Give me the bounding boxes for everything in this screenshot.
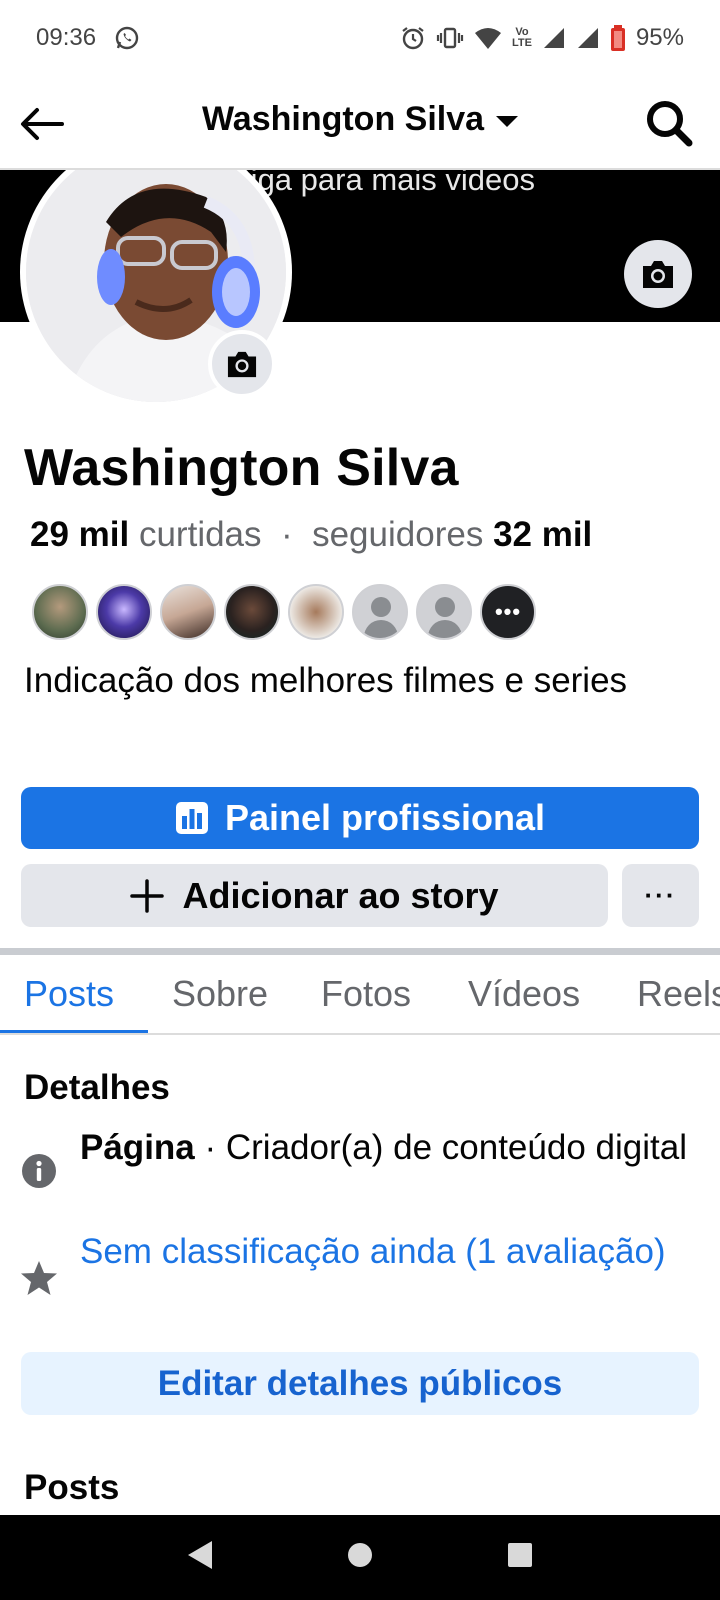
rating-link[interactable]: Sem classificação ainda (1 avaliação) xyxy=(80,1226,690,1278)
plus-icon xyxy=(130,878,165,913)
more-dots-icon: ··· xyxy=(644,880,677,910)
search-button[interactable] xyxy=(642,96,696,150)
page-category-row: Página · Criador(a) de conteúdo digital xyxy=(80,1122,690,1174)
volte-icon: Vo LTE xyxy=(511,26,532,49)
professional-dashboard-button[interactable]: Painel profissional xyxy=(21,787,699,849)
tab-videos[interactable]: Vídeos xyxy=(468,973,580,1015)
details-title: Detalhes xyxy=(24,1068,170,1107)
recents-nav-button[interactable] xyxy=(505,1540,535,1575)
info-icon xyxy=(20,1152,58,1190)
tab-reels[interactable]: Reels xyxy=(637,973,720,1015)
tab-photos[interactable]: Fotos xyxy=(321,973,411,1015)
system-navigation-bar xyxy=(0,1515,720,1600)
likes-label: curtidas xyxy=(138,515,262,554)
edit-details-label: Editar detalhes públicos xyxy=(157,1363,563,1403)
page-label: Página xyxy=(80,1128,195,1167)
header-title: Washington Silva xyxy=(201,100,485,138)
section-divider xyxy=(0,948,720,955)
active-tab-indicator xyxy=(0,1030,148,1033)
profile-stats[interactable]: 29 mil curtidas · seguidores 32 mil xyxy=(30,515,592,555)
friend-avatar-placeholder[interactable] xyxy=(352,584,408,640)
add-story-label: Adicionar ao story xyxy=(182,874,499,916)
followers-label: seguidores xyxy=(312,515,484,554)
square-recents-icon xyxy=(508,1543,532,1567)
dashboard-chart-icon xyxy=(175,802,208,834)
vibrate-icon xyxy=(436,25,464,51)
search-icon xyxy=(647,101,693,147)
friend-avatar[interactable] xyxy=(288,584,344,640)
edit-public-details-button[interactable]: Editar detalhes públicos xyxy=(21,1352,699,1415)
friend-avatar[interactable] xyxy=(160,584,216,640)
battery-icon xyxy=(610,24,626,52)
battery-percent: 95% xyxy=(635,24,684,51)
signal-icon xyxy=(542,26,566,50)
circle-home-icon xyxy=(348,1543,372,1567)
friend-avatar-placeholder[interactable] xyxy=(416,584,472,640)
cover-camera-button[interactable] xyxy=(624,240,692,308)
tab-posts[interactable]: Posts xyxy=(24,973,114,1015)
friend-avatar[interactable] xyxy=(32,584,88,640)
top-navigation: Washington Silva xyxy=(0,76,720,170)
home-nav-button[interactable] xyxy=(345,1540,375,1575)
signal-icon-2 xyxy=(576,26,600,50)
avatar-camera-button[interactable] xyxy=(208,330,276,398)
camera-icon xyxy=(643,261,673,288)
add-to-story-button[interactable]: Adicionar ao story xyxy=(21,864,608,927)
caret-down-icon xyxy=(496,116,519,127)
followers-count: 32 mil xyxy=(493,515,593,554)
camera-icon xyxy=(227,351,257,378)
likes-count: 29 mil xyxy=(30,515,130,554)
profile-switcher[interactable]: Washington Silva xyxy=(0,100,720,139)
triangle-back-icon xyxy=(188,1541,212,1569)
whatsapp-icon xyxy=(114,25,140,51)
friend-avatar[interactable] xyxy=(224,584,280,640)
status-bar: 09:36 Vo LTE 95% xyxy=(0,0,720,76)
profile-tabs: Posts Sobre Fotos Vídeos Reels xyxy=(0,955,720,1035)
star-icon xyxy=(20,1259,58,1297)
more-friends-button[interactable]: ••• xyxy=(480,584,536,640)
tab-about[interactable]: Sobre xyxy=(172,973,268,1015)
profile-bio: Indicação dos melhores filmes e series xyxy=(24,661,628,700)
posts-section-title: Posts xyxy=(24,1468,120,1507)
more-options-button[interactable]: ··· xyxy=(622,864,699,927)
profile-name: Washington Silva xyxy=(24,439,459,497)
friends-avatars[interactable]: ••• xyxy=(32,584,536,640)
alarm-icon xyxy=(400,25,426,51)
page-category: · Criador(a) de conteúdo digital xyxy=(194,1128,687,1167)
wifi-icon xyxy=(474,26,502,50)
dashboard-label: Painel profissional xyxy=(224,797,546,838)
stats-separator: · xyxy=(280,515,293,554)
status-time: 09:36 xyxy=(36,24,97,51)
friend-avatar[interactable] xyxy=(96,584,152,640)
back-nav-button[interactable] xyxy=(185,1539,215,1576)
